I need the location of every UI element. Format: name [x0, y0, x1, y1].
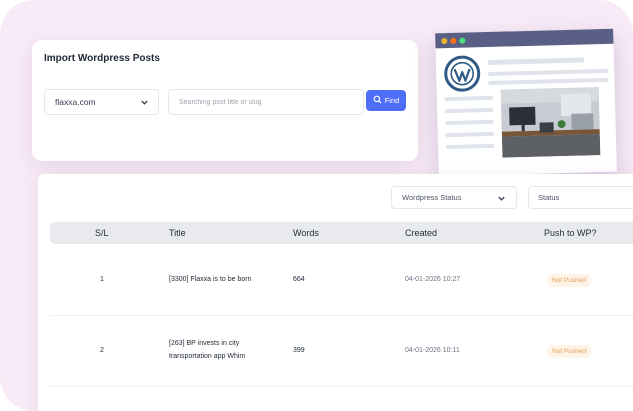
- wordpress-status-label: Wordpress Status: [402, 193, 462, 202]
- wordpress-logo-icon: [443, 55, 481, 93]
- window-dot-icon: [441, 38, 448, 45]
- wordpress-illustration: [435, 28, 617, 177]
- status-select[interactable]: Status: [528, 186, 633, 209]
- placeholder-line: [444, 95, 493, 102]
- column-header-created: Created: [405, 228, 438, 238]
- office-photo: [500, 87, 601, 158]
- chevron-down-icon: [140, 98, 149, 109]
- status-badge: Not Pushed: [547, 274, 591, 287]
- window-titlebar: [435, 28, 614, 49]
- posts-table-card: Wordpress Status Status S/L Title Words …: [38, 174, 633, 411]
- table-header: S/L Title Words Created Push to WP?: [50, 222, 633, 244]
- placeholder-line: [488, 68, 609, 76]
- window-dot-icon: [459, 37, 466, 44]
- window-dot-icon: [450, 37, 457, 44]
- status-badge: Not Pushed: [547, 345, 591, 358]
- row-title-line1: [263] BP invests in city: [169, 340, 240, 347]
- row-title: [3300] Flaxxa is to be born: [169, 276, 252, 283]
- placeholder-line: [488, 77, 609, 85]
- placeholder-line: [445, 119, 494, 126]
- row-words: 664: [293, 276, 305, 283]
- status-label: Status: [538, 193, 560, 202]
- find-button[interactable]: Find: [366, 90, 406, 111]
- site-select-value: flaxxa.com: [55, 97, 96, 107]
- table-row[interactable]: 2 [263] BP invests in city transportatio…: [50, 316, 633, 386]
- placeholder-line: [445, 107, 494, 114]
- row-created: 04-01-2026 10:11: [405, 347, 460, 354]
- row-created: 04-01-2026 10:27: [405, 276, 461, 283]
- search-icon: [373, 95, 382, 106]
- row-title-line2: transportation app Whim: [169, 353, 246, 360]
- site-select[interactable]: flaxxa.com: [44, 89, 159, 115]
- wordpress-status-select[interactable]: Wordpress Status: [391, 186, 517, 209]
- placeholder-line: [446, 143, 495, 150]
- column-header-push: Push to WP?: [544, 228, 597, 238]
- post-search-input[interactable]: [168, 89, 364, 115]
- column-header-title: Title: [169, 228, 186, 238]
- table-row[interactable]: 1 [3300] Flaxxa is to be born 664 04-01-…: [50, 245, 633, 315]
- placeholder-line: [445, 131, 494, 138]
- chevron-down-icon: [497, 194, 506, 205]
- column-header-sl: S/L: [95, 228, 109, 238]
- row-sl: 2: [100, 347, 104, 354]
- import-title: Import Wordpress Posts: [44, 53, 160, 64]
- row-divider: [50, 386, 633, 387]
- column-header-words: Words: [293, 228, 319, 238]
- row-sl: 1: [100, 276, 104, 283]
- placeholder-line: [487, 57, 584, 65]
- row-words: 399: [293, 347, 305, 354]
- find-button-label: Find: [384, 96, 400, 105]
- import-card: Import Wordpress Posts flaxxa.com Find: [32, 40, 418, 161]
